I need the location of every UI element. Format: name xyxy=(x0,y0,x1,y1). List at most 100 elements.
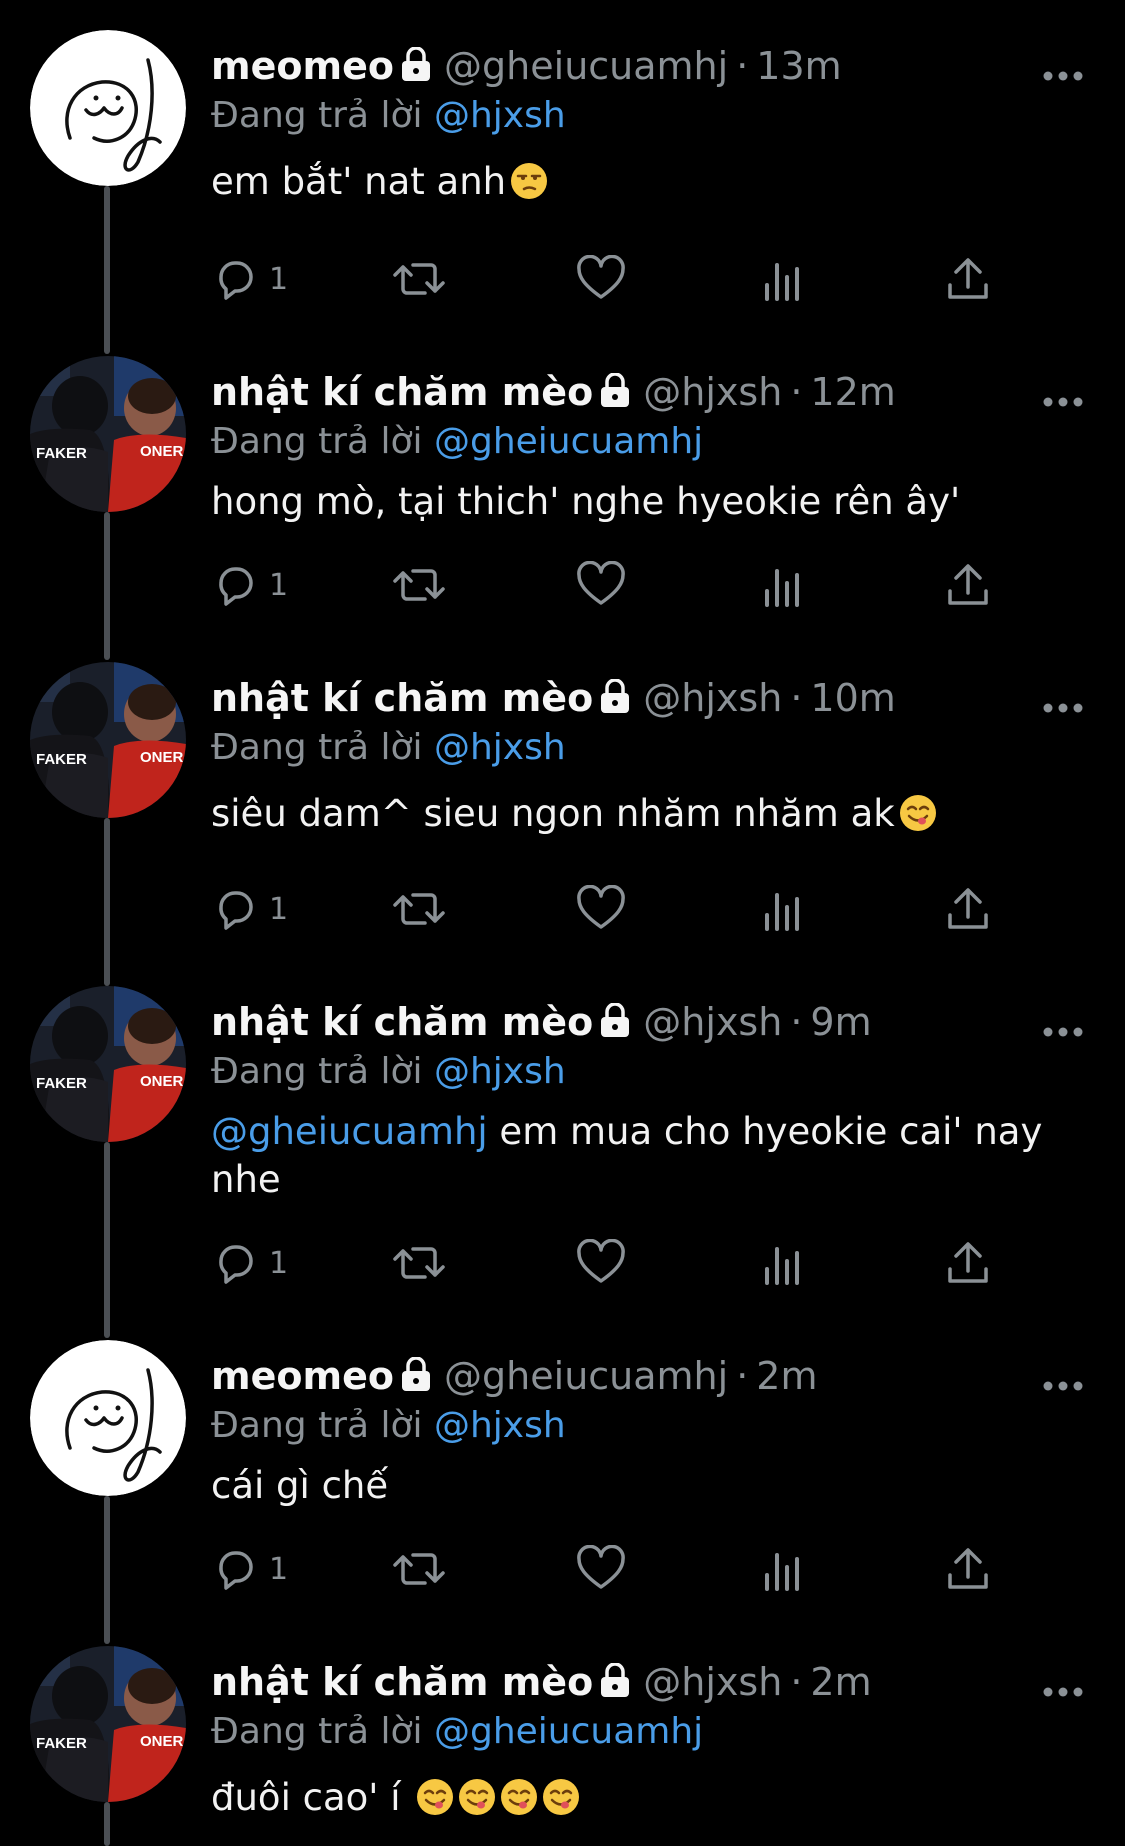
user-handle[interactable]: @gheiucuamhj xyxy=(444,44,728,88)
replying-to-label: Đang trả lời xyxy=(211,421,423,462)
avatar-jersey-label: ONER xyxy=(140,1073,184,1090)
user-handle[interactable]: @hjxsh xyxy=(643,370,782,414)
reply-count: 1 xyxy=(269,567,289,603)
more-options-button[interactable] xyxy=(1041,394,1085,408)
timestamp[interactable]: 10m xyxy=(810,676,895,720)
display-name[interactable]: nhật kí chăm mèo xyxy=(211,676,593,720)
retweet-button[interactable] xyxy=(391,560,447,610)
reply-button[interactable]: 1 xyxy=(211,560,288,610)
replying-to-mention[interactable]: @hjxsh xyxy=(434,1405,566,1446)
timestamp[interactable]: 12m xyxy=(810,370,895,414)
more-options-button[interactable] xyxy=(1041,1024,1085,1038)
replying-to: Đang trả lời @hjxsh xyxy=(211,1402,1075,1450)
like-button[interactable] xyxy=(576,560,626,610)
display-name[interactable]: meomeo xyxy=(211,1354,394,1398)
display-name[interactable]: nhật kí chăm mèo xyxy=(211,370,593,414)
display-name[interactable]: meomeo xyxy=(211,44,394,88)
avatar[interactable] xyxy=(30,1340,186,1496)
unamused-emoji xyxy=(510,162,548,212)
user-handle[interactable]: @hjxsh xyxy=(643,1000,782,1044)
avatar-jersey-label: ONER xyxy=(140,443,184,460)
share-icon xyxy=(948,258,988,299)
tweet-actions: 1 xyxy=(211,560,1011,610)
separator-dot: · xyxy=(790,1000,803,1044)
share-button[interactable] xyxy=(946,1238,990,1288)
reply-button[interactable]: 1 xyxy=(211,254,288,304)
display-name[interactable]: nhật kí chăm mèo xyxy=(211,1660,593,1704)
replying-to-mention[interactable]: @hjxsh xyxy=(434,727,566,768)
share-button[interactable] xyxy=(946,1544,990,1594)
replying-to-mention[interactable]: @gheiucuamhj xyxy=(434,1711,703,1752)
timestamp[interactable]: 2m xyxy=(810,1660,871,1704)
share-button[interactable] xyxy=(946,254,990,304)
views-icon xyxy=(765,263,799,301)
tweet-text: đuôi cao' í xyxy=(211,1774,1075,1828)
tweet-header: nhật kí chăm mèo @hjxsh · 9m xyxy=(211,996,1075,1048)
share-button[interactable] xyxy=(946,560,990,610)
reply-count: 1 xyxy=(269,1245,289,1281)
reply-button[interactable]: 1 xyxy=(211,1238,288,1288)
tweet-header: meomeo @gheiucuamhj · 13m xyxy=(211,40,1075,92)
timestamp[interactable]: 9m xyxy=(810,1000,871,1044)
yum-emoji xyxy=(458,1778,496,1828)
views-button[interactable] xyxy=(761,1238,805,1288)
retweet-button[interactable] xyxy=(391,1238,447,1288)
separator-dot: · xyxy=(790,370,803,414)
retweet-icon xyxy=(393,569,445,601)
like-button[interactable] xyxy=(576,1544,626,1594)
tweet-actions: 1 xyxy=(211,1238,1011,1288)
heart-icon xyxy=(577,1545,625,1589)
yum-emoji xyxy=(542,1778,580,1828)
display-name[interactable]: nhật kí chăm mèo xyxy=(211,1000,593,1044)
replying-to: Đang trả lời @hjxsh xyxy=(211,1048,1075,1096)
retweet-button[interactable] xyxy=(391,884,447,934)
tweet-text: @gheiucuamhj em mua cho hyeokie cai' nay… xyxy=(211,1108,1075,1204)
replying-to-mention[interactable]: @gheiucuamhj xyxy=(434,421,703,462)
share-icon xyxy=(948,564,988,605)
reply-button[interactable]: 1 xyxy=(211,884,288,934)
tweet-actions: 1 xyxy=(211,254,1011,304)
more-options-button[interactable] xyxy=(1041,1684,1085,1698)
timestamp[interactable]: 13m xyxy=(756,44,841,88)
more-options-button[interactable] xyxy=(1041,1378,1085,1392)
more-options-button[interactable] xyxy=(1041,68,1085,82)
tweet-body: nhật kí chăm mèo @hjxsh · 10m Đang trả lời… xyxy=(211,662,1075,844)
avatar[interactable]: FAKER ONER xyxy=(30,1646,186,1802)
user-handle[interactable]: @gheiucuamhj xyxy=(444,1354,728,1398)
like-button[interactable] xyxy=(576,254,626,304)
replying-to-mention[interactable]: @hjxsh xyxy=(434,1051,566,1092)
views-button[interactable] xyxy=(761,1544,805,1594)
avatar[interactable] xyxy=(30,30,186,186)
avatar[interactable]: FAKER ONER xyxy=(30,662,186,818)
reply-button[interactable]: 1 xyxy=(211,1544,288,1594)
like-button[interactable] xyxy=(576,1238,626,1288)
share-icon xyxy=(948,888,988,929)
reply-icon xyxy=(219,567,253,606)
like-button[interactable] xyxy=(576,884,626,934)
more-options-button[interactable] xyxy=(1041,700,1085,714)
thread-line xyxy=(104,186,110,354)
replying-to-mention[interactable]: @hjxsh xyxy=(434,95,566,136)
share-icon xyxy=(948,1548,988,1589)
tweet-body: nhật kí chăm mèo @hjxsh · 12m Đang trả lời… xyxy=(211,356,1075,526)
avatar[interactable]: FAKER ONER xyxy=(30,356,186,512)
tweet-body: meomeo @gheiucuamhj · 13m Đang trả lời @hj… xyxy=(211,30,1075,212)
tweet-text: hong mò, tại thich' nghe hyeokie rên ây' xyxy=(211,478,1075,526)
views-icon xyxy=(765,569,799,607)
user-handle[interactable]: @hjxsh xyxy=(643,676,782,720)
tweet-text-mention[interactable]: @gheiucuamhj xyxy=(211,1110,488,1153)
avatar-jersey-label: ONER xyxy=(140,749,184,766)
user-handle[interactable]: @hjxsh xyxy=(643,1660,782,1704)
lock-icon xyxy=(400,1352,432,1404)
share-button[interactable] xyxy=(946,884,990,934)
avatar-jersey-label: ONER xyxy=(140,1733,184,1750)
retweet-button[interactable] xyxy=(391,1544,447,1594)
reply-thread: meomeo @gheiucuamhj · 13m Đang trả lời @hj… xyxy=(0,0,1125,1846)
views-button[interactable] xyxy=(761,884,805,934)
avatar[interactable]: FAKER ONER xyxy=(30,986,186,1142)
retweet-button[interactable] xyxy=(391,254,447,304)
views-button[interactable] xyxy=(761,560,805,610)
timestamp[interactable]: 2m xyxy=(756,1354,817,1398)
lock-icon xyxy=(599,998,631,1050)
views-button[interactable] xyxy=(761,254,805,304)
